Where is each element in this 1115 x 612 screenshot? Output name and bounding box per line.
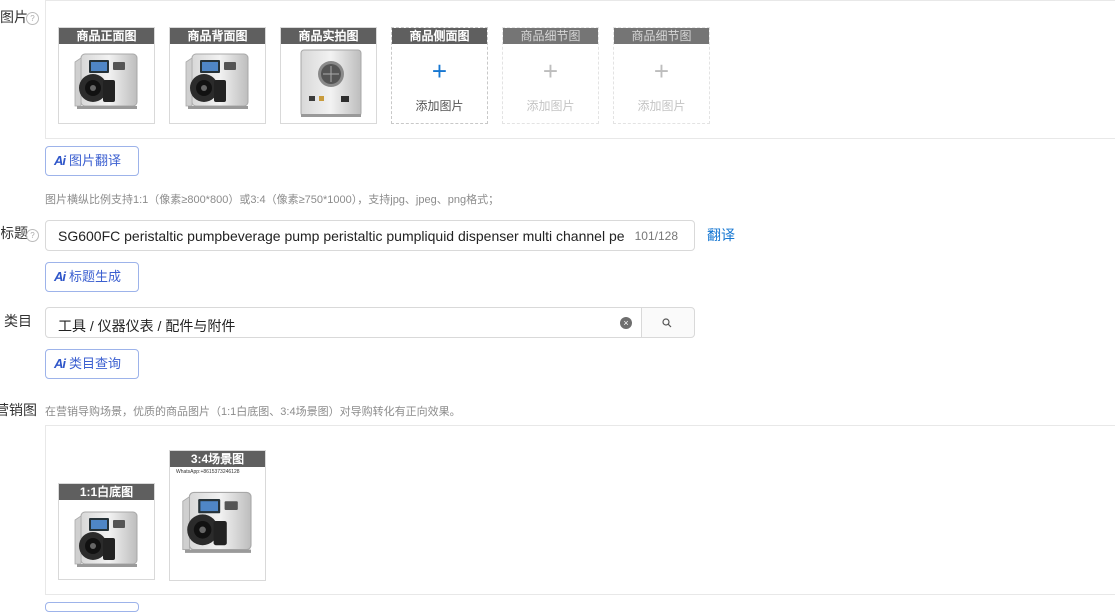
title-field-label: 标题 [0,225,28,241]
image-slot-detail-2[interactable]: 商品细节图 + 添加图片 [613,27,710,124]
plus-icon: + [542,56,559,86]
image-format-hint: 图片横纵比例支持1:1（像素≥800*800）或3:4（像素≥750*1000）… [45,194,500,206]
image-slot-back[interactable]: 商品背面图 [169,27,266,124]
pump-image [74,53,138,110]
clear-icon[interactable]: × [620,317,632,329]
slot-caption: 商品细节图 [614,28,709,44]
pump-image [182,491,252,554]
plus-icon: + [653,56,670,86]
marketing-field-label: 营销图 [0,402,37,418]
slot-caption: 商品细节图 [503,28,598,44]
add-image-label: 添加图片 [637,99,686,113]
image-slot-side[interactable]: 商品侧面图 + 添加图片 [391,27,488,124]
marketing-slot-white[interactable]: 1:1白底图 [58,483,155,580]
image-slot-detail-1[interactable]: 商品细节图 + 添加图片 [502,27,599,124]
category-search-button[interactable] [641,307,695,338]
title-generate-button[interactable]: Ai 标题生成 [45,262,139,292]
image-translate-button[interactable]: Ai 图片翻译 [45,146,139,176]
image-slot-real[interactable]: 商品实拍图 [280,27,377,124]
category-input[interactable]: 工具 / 仪器仪表 / 配件与附件 × [45,307,642,338]
help-icon[interactable]: ? [26,12,39,25]
marketing-slot-scene[interactable]: 3:4场景图 WhatsApp:+8615373246128 [169,450,266,581]
marketing-hint: 在营销导购场景，优质的商品图片（1:1白底图、3:4场景图）对导购转化有正向效果… [45,406,461,418]
button-label: 标题生成 [69,269,122,284]
add-image-label: 添加图片 [526,99,575,113]
pump-image [185,53,249,110]
button-label: 图片翻译 [69,153,122,168]
title-input-value: SG600FC peristaltic pumpbeverage pump pe… [58,228,625,244]
plus-icon: + [431,56,448,86]
image-slot-front[interactable]: 商品正面图 [58,27,155,124]
category-field-label: 类目 [4,313,32,329]
add-image-label: 添加图片 [415,99,464,113]
title-input[interactable]: SG600FC peristaltic pumpbeverage pump pe… [45,220,695,251]
help-icon[interactable]: ? [26,229,39,242]
ai-icon: Ai [54,153,66,168]
watermark-text: WhatsApp:+8615373246128 [176,469,240,475]
partial-button[interactable] [45,602,139,612]
slot-caption: 商品侧面图 [392,28,487,44]
pump-image [74,511,138,568]
pump-back-image [300,49,362,118]
category-input-value: 工具 / 仪器仪表 / 配件与附件 [58,318,236,334]
ai-icon: Ai [54,356,66,371]
slot-caption: 3:4场景图 [170,451,265,467]
ai-icon: Ai [54,269,66,284]
translate-link[interactable]: 翻译 [707,225,735,245]
title-char-counter: 101/128 [634,229,678,243]
button-label: 类目查询 [69,356,122,371]
search-icon [662,318,672,328]
images-field-label: 图片 [0,9,28,25]
category-query-button[interactable]: Ai 类目查询 [45,349,139,379]
